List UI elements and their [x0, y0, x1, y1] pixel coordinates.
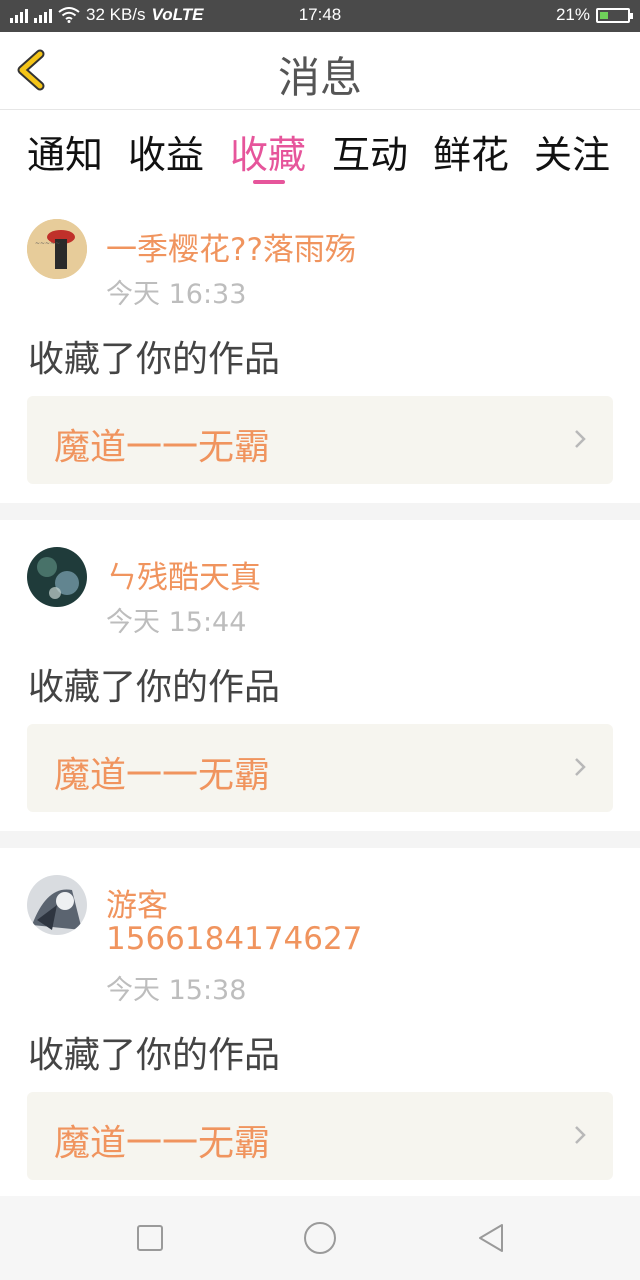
chevron-right-icon: [575, 430, 586, 448]
username[interactable]: ㄣ残酷天真: [106, 552, 261, 597]
tab-bar: 通知 收益 收藏 互动 鲜花 关注: [0, 110, 640, 190]
square-icon[interactable]: [132, 1220, 168, 1256]
active-tab-indicator: [253, 180, 285, 184]
triangle-back-icon[interactable]: [474, 1220, 510, 1256]
tab-interactions[interactable]: 互动: [332, 124, 408, 179]
svg-text:~~~~~: ~~~~~: [35, 240, 60, 247]
avatar[interactable]: ~~~~~: [27, 219, 87, 279]
username[interactable]: 游客: [106, 880, 168, 925]
action-text: 收藏了你的作品: [28, 339, 281, 380]
tab-favorites[interactable]: 收藏: [230, 124, 306, 179]
action-text: 收藏了你的作品: [28, 1035, 281, 1076]
clock: 17:48: [298, 5, 342, 24]
work-link[interactable]: 魔道一一无霸: [27, 1092, 613, 1180]
work-title: 魔道一一无霸: [54, 755, 271, 796]
page-title: 消息: [277, 53, 362, 102]
tab-flowers[interactable]: 鲜花: [433, 124, 509, 179]
work-link[interactable]: 魔道一一无霸: [27, 396, 613, 484]
avatar[interactable]: [27, 875, 87, 935]
action-text: 收藏了你的作品: [28, 667, 281, 708]
list-item: 游客 1566184174627 今天 15:38 收藏了你的作品 魔道一一无霸: [0, 848, 640, 1194]
battery-icon: [596, 7, 633, 23]
username-id[interactable]: 1566184174627: [106, 921, 362, 957]
work-title: 魔道一一无霸: [54, 1123, 271, 1164]
list-item: ~~~~~ 一季樱花??落雨殇 今天 16:33 收藏了你的作品 魔道一一无霸: [0, 192, 640, 502]
tab-notifications[interactable]: 通知: [27, 124, 103, 179]
circle-icon[interactable]: [302, 1220, 338, 1256]
work-link[interactable]: 魔道一一无霸: [27, 724, 613, 812]
timestamp: 今天 15:38: [106, 975, 247, 1006]
timestamp: 今天 15:44: [106, 607, 247, 638]
tab-follows[interactable]: 关注: [534, 124, 610, 179]
battery-percent: 21%: [555, 5, 590, 24]
list-item: ㄣ残酷天真 今天 15:44 收藏了你的作品 魔道一一无霸: [0, 520, 640, 830]
header: 消息: [0, 32, 640, 110]
divider: [0, 503, 640, 520]
status-bar: 32 KB/s VoLTE 17:48 21%: [0, 0, 640, 32]
chevron-right-icon: [575, 758, 586, 776]
timestamp: 今天 16:33: [106, 279, 247, 310]
username[interactable]: 一季樱花??落雨殇: [106, 224, 356, 269]
avatar[interactable]: [27, 547, 87, 607]
system-nav-bar: [0, 1196, 640, 1280]
chevron-right-icon: [575, 1126, 586, 1144]
work-title: 魔道一一无霸: [54, 427, 271, 468]
divider: [0, 831, 640, 848]
tab-earnings[interactable]: 收益: [128, 124, 204, 179]
